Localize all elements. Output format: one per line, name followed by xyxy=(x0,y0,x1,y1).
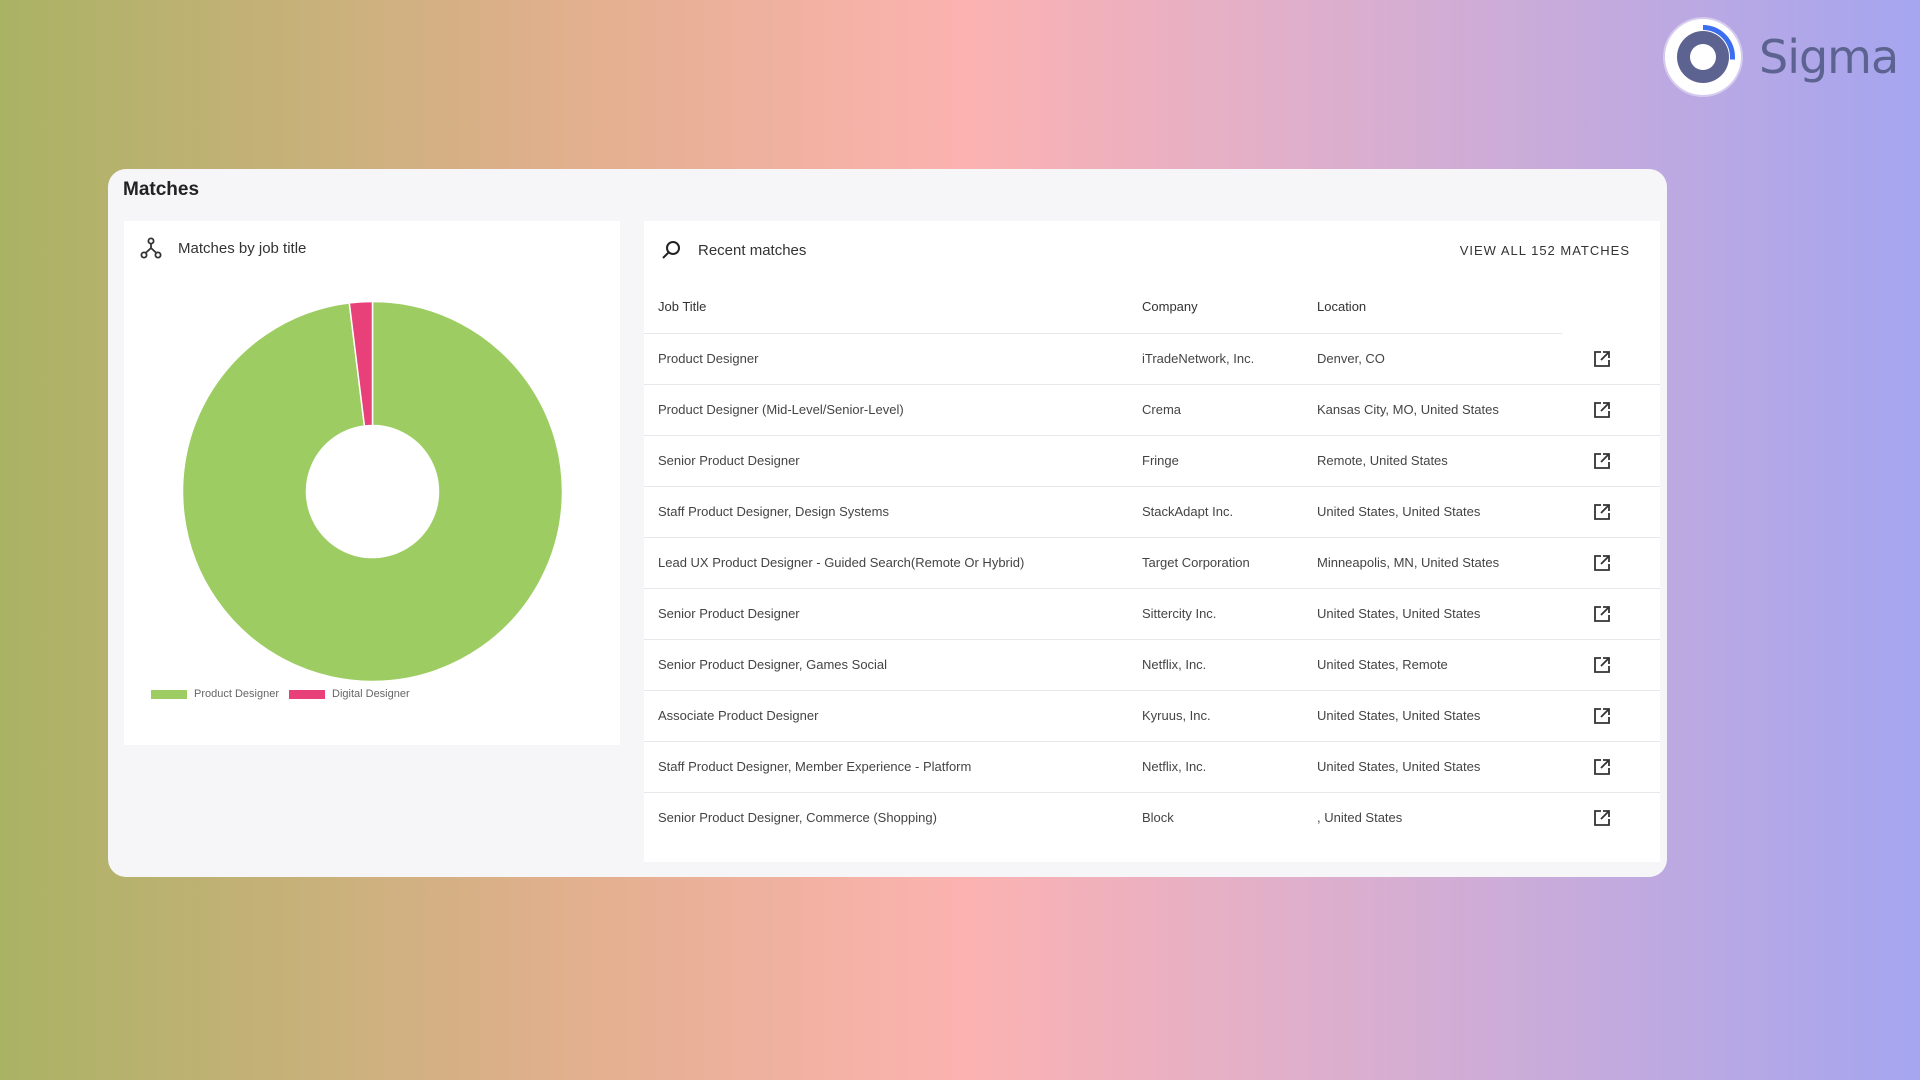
open-external-icon[interactable] xyxy=(1592,757,1612,777)
location-cell: Minneapolis, MN, United States xyxy=(1317,555,1500,570)
open-external-icon[interactable] xyxy=(1592,400,1612,420)
job-title-cell: Senior Product Designer, Games Social xyxy=(658,657,888,672)
company-cell: StackAdapt Inc. xyxy=(1142,504,1234,519)
job-title-cell: Senior Product Designer xyxy=(658,606,800,621)
job-title-cell: Product Designer (Mid-Level/Senior-Level… xyxy=(658,402,904,417)
table-row[interactable]: Product Designer iTradeNetwork, Inc. Denve… xyxy=(644,334,1660,385)
table-row[interactable]: Lead UX Product Designer - Guided Search… xyxy=(644,538,1660,589)
table-header: Job Title Company Location xyxy=(644,281,1562,334)
legend-item: Digital Designer xyxy=(289,688,410,700)
job-title-cell: Associate Product Designer xyxy=(658,708,819,723)
legend-swatch xyxy=(289,689,325,699)
table-row[interactable]: Senior Product Designer, Games Social Net… xyxy=(644,640,1660,691)
open-external-icon[interactable] xyxy=(1592,451,1612,471)
open-external-icon[interactable] xyxy=(1592,604,1612,624)
table-row[interactable]: Associate Product Designer Kyruus, Inc. Un… xyxy=(644,691,1660,742)
open-external-icon[interactable] xyxy=(1592,502,1612,522)
company-cell: Crema xyxy=(1142,402,1182,417)
brand-logo: Sigma xyxy=(1665,18,1899,96)
column-header-job-title: Job Title xyxy=(658,299,707,314)
table-row[interactable]: Senior Product Designer Sittercity Inc. Un… xyxy=(644,589,1660,640)
location-cell: United States, United States xyxy=(1317,759,1481,774)
open-external-icon[interactable] xyxy=(1592,349,1612,369)
job-title-cell: Senior Product Designer xyxy=(658,453,800,468)
open-external-icon[interactable] xyxy=(1592,655,1612,675)
table-row[interactable]: Staff Product Designer, Member Experienc… xyxy=(644,742,1660,793)
recent-matches-panel: Recent matches VIEW ALL 152 MATCHES Job … xyxy=(644,221,1660,862)
table-row[interactable]: Senior Product Designer Fringe Remote, Uni… xyxy=(644,436,1660,487)
company-cell: Block xyxy=(1142,810,1174,825)
open-external-icon[interactable] xyxy=(1592,808,1612,828)
company-cell: Target Corporation xyxy=(1142,555,1250,570)
location-cell: United States, United States xyxy=(1317,504,1481,519)
location-cell: Remote, United States xyxy=(1317,453,1448,468)
company-cell: Netflix, Inc. xyxy=(1142,657,1207,672)
job-title-cell: Lead UX Product Designer - Guided Search… xyxy=(658,555,1025,570)
legend-label: Digital Designer xyxy=(332,688,410,700)
card-title: Matches xyxy=(123,179,200,200)
table-row[interactable]: Product Designer (Mid-Level/Senior-Level… xyxy=(644,385,1660,436)
location-cell: Denver, CO xyxy=(1317,351,1385,366)
column-header-company: Company xyxy=(1142,299,1198,314)
legend-label: Product Designer xyxy=(194,688,279,700)
job-title-cell: Staff Product Designer, Design Systems xyxy=(658,504,889,519)
job-title-cell: Staff Product Designer, Member Experienc… xyxy=(658,759,972,774)
location-cell: United States, United States xyxy=(1317,606,1481,621)
sigma-logo-icon xyxy=(1665,19,1741,95)
hierarchy-icon xyxy=(136,233,166,263)
location-cell: , United States xyxy=(1317,810,1403,825)
matches-table-body: Product Designer iTradeNetwork, Inc. Denve… xyxy=(644,334,1660,843)
column-header-location: Location xyxy=(1317,299,1367,314)
open-external-icon[interactable] xyxy=(1592,706,1612,726)
chart-panel-title: Matches by job title xyxy=(178,239,307,257)
table-row[interactable]: Senior Product Designer, Commerce (Shopp… xyxy=(644,793,1660,843)
table-row[interactable]: Staff Product Designer, Design Systems St… xyxy=(644,487,1660,538)
job-title-cell: Senior Product Designer, Commerce (Shopp… xyxy=(658,810,937,825)
legend-swatch xyxy=(151,689,187,699)
view-all-matches-link[interactable]: VIEW ALL 152 MATCHES xyxy=(1460,243,1630,258)
search-icon xyxy=(656,235,686,265)
legend-item: Product Designer xyxy=(151,688,279,700)
chart-legend: Product Designer Digital Designer xyxy=(151,688,420,700)
company-cell: Fringe xyxy=(1142,453,1179,468)
job-title-cell: Product Designer xyxy=(658,351,759,366)
location-cell: United States, Remote xyxy=(1317,657,1448,672)
company-cell: Sittercity Inc. xyxy=(1142,606,1217,621)
company-cell: Kyruus, Inc. xyxy=(1142,708,1211,723)
company-cell: iTradeNetwork, Inc. xyxy=(1142,351,1255,366)
chart-panel-header: Matches by job title xyxy=(136,233,306,263)
donut-chart xyxy=(181,300,564,683)
location-cell: Kansas City, MO, United States xyxy=(1317,402,1499,417)
matches-card: Matches Matches by job title Product Des… xyxy=(108,169,1667,877)
recent-matches-header: Recent matches xyxy=(656,235,806,265)
company-cell: Netflix, Inc. xyxy=(1142,759,1207,774)
open-external-icon[interactable] xyxy=(1592,553,1612,573)
chart-panel: Matches by job title Product Designer Dig… xyxy=(124,221,620,745)
recent-matches-title: Recent matches xyxy=(698,241,807,259)
brand-name: Sigma xyxy=(1759,30,1899,84)
location-cell: United States, United States xyxy=(1317,708,1481,723)
